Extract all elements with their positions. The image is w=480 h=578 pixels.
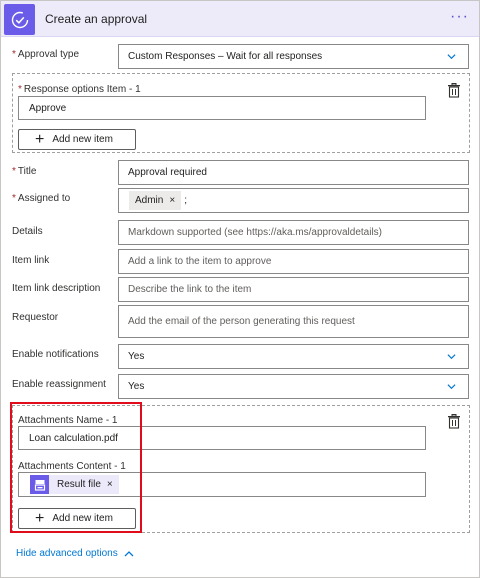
attachments-name-input[interactable]: Loan calculation.pdf (18, 426, 426, 450)
remove-token-icon[interactable]: × (169, 195, 175, 206)
approval-type-dropdown[interactable]: Custom Responses – Wait for all response… (118, 44, 469, 69)
title-label: * Title (12, 166, 37, 177)
enable-reassignment-dropdown[interactable]: Yes (118, 374, 469, 399)
details-label: Details (12, 226, 43, 237)
requestor-label: Requestor (12, 312, 59, 323)
required-marker: * (12, 49, 16, 60)
card-title: Create an approval (45, 12, 148, 26)
result-file-token-label: Result file (57, 479, 101, 490)
approval-card: Create an approval ··· * Approval type Cu… (0, 0, 480, 578)
card-header[interactable]: Create an approval ··· (1, 1, 479, 37)
enable-reassignment-label: Enable reassignment (12, 379, 106, 390)
delete-icon[interactable] (447, 83, 461, 98)
item-link-label: Item link (12, 255, 50, 266)
approval-type-value: Custom Responses – Wait for all response… (128, 51, 323, 62)
required-marker: * (18, 84, 22, 95)
item-link-description-input[interactable]: Describe the link to the item (118, 277, 469, 302)
enable-notifications-label: Enable notifications (12, 349, 99, 360)
enable-reassignment-value: Yes (128, 381, 145, 392)
required-marker: * (12, 166, 16, 177)
assigned-to-input[interactable]: Admin × ; (118, 188, 469, 213)
chevron-down-icon (447, 354, 456, 360)
ai-builder-icon (30, 475, 49, 494)
chevron-down-icon (447, 384, 456, 390)
chevron-down-icon (447, 54, 456, 60)
details-input[interactable]: Markdown supported (see https://aka.ms/a… (118, 220, 469, 245)
add-item-label: Add new item (52, 513, 113, 524)
attachments-group: Attachments Name - 1 Loan calculation.pd… (12, 405, 470, 533)
add-attachment-button[interactable]: + Add new item (18, 508, 136, 529)
required-marker: * (12, 193, 16, 204)
approval-check-icon (11, 11, 28, 28)
attachments-content-input[interactable]: Result file × (18, 472, 426, 497)
enable-notifications-value: Yes (128, 351, 145, 362)
response-option-input[interactable]: Approve (18, 96, 426, 120)
response-options-label: * Response options Item - 1 (18, 84, 141, 95)
add-item-label: Add new item (52, 134, 113, 145)
requestor-input[interactable]: Add the email of the person generating t… (118, 305, 469, 338)
admin-token[interactable]: Admin × (129, 191, 182, 210)
response-options-group: * Response options Item - 1 Approve + Add… (12, 73, 470, 153)
add-response-option-button[interactable]: + Add new item (18, 129, 136, 150)
attachments-name-label: Attachments Name - 1 (18, 415, 118, 426)
result-file-token[interactable]: Result file × (30, 475, 119, 494)
delete-icon[interactable] (447, 414, 461, 429)
approval-app-icon (4, 4, 35, 35)
attachments-content-label: Attachments Content - 1 (18, 461, 126, 472)
chevron-up-icon (124, 550, 134, 556)
assigned-to-label: * Assigned to (12, 193, 71, 204)
approval-type-label: * Approval type (12, 49, 80, 60)
enable-notifications-dropdown[interactable]: Yes (118, 344, 469, 369)
token-separator: ; (184, 195, 187, 206)
title-input[interactable]: Approval required (118, 160, 469, 185)
item-link-input[interactable]: Add a link to the item to approve (118, 249, 469, 274)
plus-icon: + (35, 130, 45, 148)
plus-icon: + (35, 509, 45, 527)
more-options-button[interactable]: ··· (450, 9, 469, 25)
hide-advanced-options-label: Hide advanced options (16, 548, 118, 559)
admin-token-label: Admin (135, 195, 164, 206)
hide-advanced-options-link[interactable]: Hide advanced options (16, 548, 134, 559)
item-link-description-label: Item link description (12, 283, 101, 294)
remove-token-icon[interactable]: × (107, 479, 113, 490)
